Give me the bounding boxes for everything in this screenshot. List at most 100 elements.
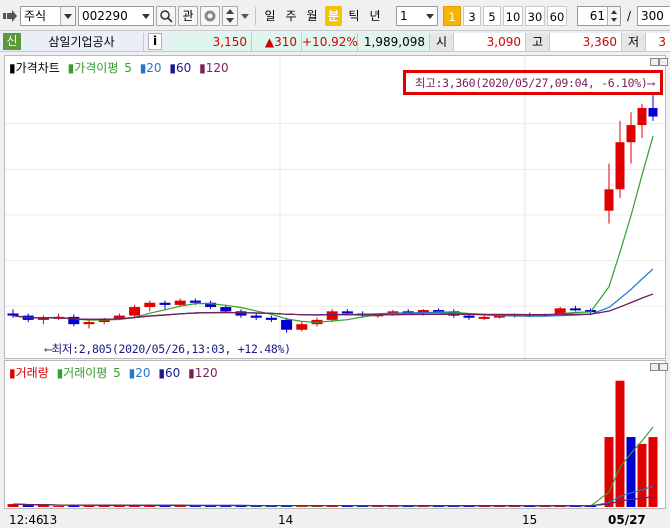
candle — [296, 324, 308, 330]
link-arrow-icon[interactable] — [3, 10, 17, 22]
candle — [615, 142, 625, 190]
candle — [604, 189, 614, 211]
interval-value: 1 — [400, 9, 408, 23]
chevron-down-icon[interactable] — [423, 7, 437, 25]
vol-ma60-line — [12, 496, 654, 507]
candle — [281, 319, 293, 330]
x-tick-label: 12:46 — [9, 513, 44, 527]
x-tick-label: 13 — [42, 513, 58, 527]
candle — [129, 307, 141, 316]
quick-interval-30[interactable]: 30 — [525, 6, 545, 26]
max-annotation: 최고:3,360(2020/05/27,09:04, -6.10%)⟶ — [415, 76, 655, 90]
vol-ma20-line — [12, 485, 654, 507]
volume-bar — [98, 506, 110, 508]
x-axis: 12:46 13 14 15 05/27 — [0, 509, 670, 528]
spin-icon[interactable] — [607, 7, 620, 25]
volume-bar — [189, 506, 201, 508]
stock-name: 삼일기업공사 — [24, 33, 144, 51]
candle — [83, 322, 95, 325]
candle — [265, 317, 277, 320]
gear-button[interactable] — [200, 6, 220, 26]
open-label: 시 — [430, 33, 454, 51]
candle — [250, 315, 262, 318]
min-annotation: ⟵최저:2,805(2020/05/26,13:03, +12.48%) — [45, 342, 291, 356]
count-input[interactable]: 61 — [577, 6, 621, 26]
candle — [174, 300, 186, 305]
trade-volume: 1,989,098 — [358, 33, 430, 51]
volume-bar — [648, 437, 658, 507]
candle — [648, 107, 658, 117]
quick-interval-1[interactable]: 1 — [443, 6, 461, 26]
count-separator: / — [627, 9, 632, 23]
volume-bar — [129, 506, 141, 508]
volume-bar — [53, 506, 65, 508]
market-select-value: 주식 — [24, 9, 47, 23]
up-down-button[interactable] — [222, 6, 238, 26]
candle — [626, 125, 636, 143]
market-select[interactable]: 주식 — [20, 6, 76, 26]
candle — [478, 316, 490, 319]
candle — [637, 107, 647, 126]
quick-interval-60[interactable]: 60 — [547, 6, 567, 26]
volume-bar — [159, 506, 171, 508]
period-tick[interactable]: 틱 — [346, 6, 362, 26]
chevron-down-icon[interactable] — [60, 7, 75, 25]
volume-bar — [22, 505, 34, 507]
quote-bar: 신 삼일기업공사 i 3,150 ▲310 +10.92% 1,989,098 … — [0, 30, 670, 52]
watchlist-button[interactable]: 관 — [178, 6, 198, 26]
volume-chart-panel[interactable]: ▮거래량 ▮거래이평 5 ▮20 ▮60 ▮120 — [4, 360, 668, 509]
volume-bar — [615, 380, 625, 507]
count-total-input[interactable]: 300 — [637, 6, 670, 26]
quick-interval-5[interactable]: 5 — [483, 6, 501, 26]
search-icon — [160, 10, 173, 23]
chevron-down-icon[interactable] — [241, 14, 249, 19]
price-chart-canvas — [5, 56, 665, 358]
stock-code-value: 002290 — [82, 9, 128, 23]
price-change: ▲310 — [252, 33, 302, 51]
up-down-icon — [226, 9, 234, 23]
change-percent: +10.92% — [302, 33, 358, 51]
candle — [159, 302, 171, 305]
price-chart-panel[interactable]: ▮가격차트 ▮가격이평 5 ▮20 ▮60 ▮120 최고:3,360(2020… — [4, 55, 668, 359]
volume-bar — [604, 437, 614, 507]
candle — [341, 311, 353, 314]
period-week[interactable]: 주 — [283, 6, 299, 26]
high-price: 3,360 — [550, 33, 622, 51]
ma5-line — [12, 136, 654, 323]
period-minute[interactable]: 분 — [325, 6, 342, 26]
quick-interval-3[interactable]: 3 — [463, 6, 481, 26]
vol-ma120-line — [12, 496, 654, 507]
high-label: 고 — [526, 33, 550, 51]
search-button[interactable] — [156, 6, 176, 26]
volume-bar — [205, 506, 217, 508]
period-year[interactable]: 년 — [367, 6, 383, 26]
stock-code-input[interactable]: 002290 — [78, 6, 154, 26]
gear-icon — [204, 10, 216, 22]
period-day[interactable]: 일 — [262, 6, 278, 26]
period-month[interactable]: 월 — [304, 6, 320, 26]
low-price: 3 — [646, 33, 670, 51]
current-price: 3,150 — [170, 33, 252, 51]
chevron-down-icon[interactable] — [139, 7, 153, 25]
open-price: 3,090 — [454, 33, 526, 51]
candle — [189, 300, 201, 303]
candle — [220, 307, 232, 312]
low-label: 저 — [622, 33, 646, 51]
candle — [144, 302, 156, 308]
divider — [255, 7, 256, 25]
count-input-value: 61 — [589, 9, 605, 23]
candle — [235, 311, 247, 316]
count-total-value: 300 — [641, 9, 664, 23]
x-tick-label: 14 — [278, 513, 294, 527]
quick-interval-10[interactable]: 10 — [503, 6, 523, 26]
candle — [326, 311, 338, 320]
candle — [463, 315, 475, 318]
volume-chart-canvas — [7, 380, 658, 508]
candle — [7, 313, 19, 316]
interval-select[interactable]: 1 — [396, 6, 438, 26]
x-tick-label: 05/27 — [608, 513, 646, 527]
vol-ma5-line — [12, 426, 654, 507]
volume-bar — [626, 437, 636, 507]
info-button[interactable]: i — [148, 33, 162, 50]
market-badge: 신 — [3, 33, 21, 50]
